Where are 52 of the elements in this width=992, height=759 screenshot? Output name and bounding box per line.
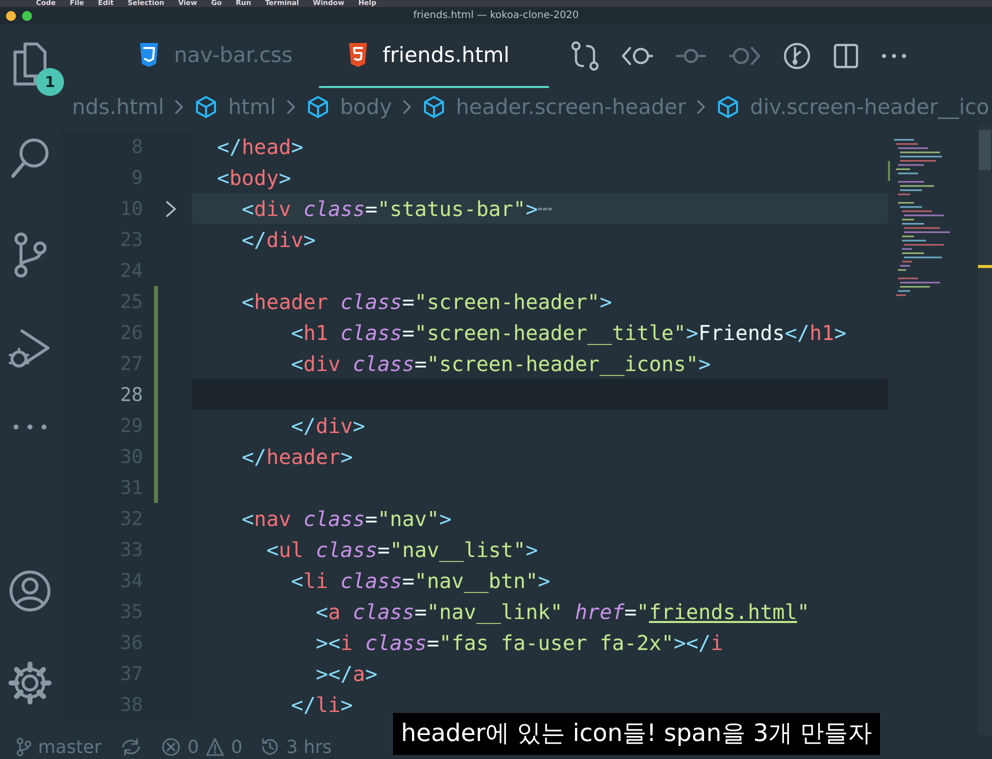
cube-icon [306,94,330,118]
css-file-icon [138,42,160,68]
branch-icon[interactable] [16,737,32,757]
code-line: </head> [216,134,304,160]
settings-icon[interactable] [8,661,52,705]
window-zoom-control[interactable] [22,11,32,21]
account-icon[interactable] [8,569,52,613]
editor-tab[interactable]: friends.html [318,24,549,88]
chevron-icon [174,98,184,114]
window-title: friends.html — kokoa-clone-2020 [413,10,579,21]
history-icon[interactable] [260,737,280,757]
fold-chevron-icon[interactable] [164,199,178,219]
code-line: <h1 class="screen-header__title">Friends</h1> [290,320,848,347]
code-line: ><i class="fas fa-user fa-2x"></i [314,630,724,656]
code-line: </div> [290,412,366,440]
chevron-icon [696,98,706,114]
source-control-icon[interactable] [13,232,47,278]
line-number: 28 [119,384,143,406]
more-icon[interactable] [12,422,48,432]
code-line: ></a> [314,660,378,688]
window-minimize-control[interactable] [6,11,16,21]
next-change-icon[interactable] [728,45,761,67]
code-line: </header> [240,444,354,470]
files-icon[interactable] [13,42,47,86]
compare-changes-icon[interactable] [570,41,599,71]
warning-icon[interactable] [204,737,225,757]
code-line: </li> [290,692,354,718]
chevron-icon [402,98,412,114]
html-file-icon [346,42,369,68]
error-icon[interactable] [161,737,182,757]
code-line: <nav class="nav"> [240,506,453,532]
code-line: <ul class="nav__list"> [265,536,539,564]
code-line: </div> [240,226,317,254]
code-line: <a class="nav__link" href="friends.html" [314,598,810,626]
cube-icon [716,94,740,118]
notification-badge: 1 [36,68,64,96]
previous-change-icon[interactable] [620,45,653,67]
more-icon[interactable] [880,52,907,60]
code-line: <header class="screen-header"> [240,288,613,316]
cube-icon [422,94,446,118]
split-editor-icon[interactable] [832,43,859,69]
chevron-icon [286,98,296,114]
cube-icon [194,94,218,118]
code-line: <div class="screen-header__icons"> [290,350,712,378]
folded-ellipsis-icon[interactable] [538,206,552,210]
search-icon[interactable] [10,137,50,179]
video-caption: header에 있는 icon들! span을 3개 만들자 [393,713,880,755]
code-line: <li class="nav__btn"> [290,568,552,595]
code-line: <body> [216,164,292,192]
git-graph-icon[interactable] [782,42,811,70]
search-result-marker [978,265,992,268]
scrollbar-thumb[interactable] [979,130,991,170]
